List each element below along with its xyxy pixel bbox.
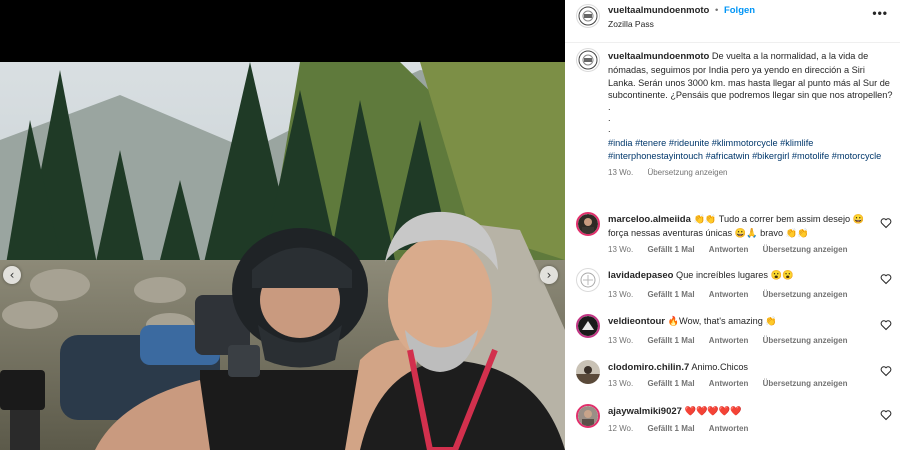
comment-item: ajaywalmiki9027 ❤️❤️❤️❤️❤️ 12 Wo. Gefäll… (565, 402, 900, 446)
comment-username[interactable]: clodomiro.chilin.7 (608, 362, 689, 373)
comment-meta: 13 Wo. Gefällt 1 Mal Antworten Übersetzu… (608, 336, 860, 345)
caption-username[interactable]: vueltaalmundoenmoto (608, 51, 709, 62)
comment-reply-button[interactable]: Antworten (709, 336, 749, 345)
comment-body: veldieontour 🔥Wow, that's amazing 👏 (608, 315, 868, 329)
hashtag-link[interactable]: #klimmotorcycle (712, 138, 778, 148)
comment-meta: 12 Wo. Gefällt 1 Mal Antworten (608, 424, 760, 433)
comment-username[interactable]: marceloo.almeiida (608, 214, 691, 225)
comment-username[interactable]: lavidadepaseo (608, 270, 673, 281)
hashtag-link[interactable]: #tenere (635, 138, 666, 148)
caption-text-block: vueltaalmundoenmoto De vuelta a la norma… (608, 50, 893, 180)
comment-item: marceloo.almeiida 👏👏 Tudo a correr bem a… (565, 210, 900, 254)
commenter-avatar[interactable] (576, 360, 600, 384)
comment-username[interactable]: veldieontour (608, 316, 665, 327)
comment-time[interactable]: 13 Wo. (608, 379, 633, 388)
comment-time[interactable]: 13 Wo. (608, 336, 633, 345)
caption-dot: . (608, 113, 611, 124)
caption-avatar-logo (578, 50, 598, 70)
hashtag-link[interactable]: #india (608, 138, 633, 148)
hashtag-link[interactable]: #klimlife (780, 138, 813, 148)
more-options-button[interactable]: ••• (872, 6, 888, 20)
heart-icon[interactable] (880, 217, 892, 229)
commenter-avatar[interactable] (576, 404, 600, 428)
commenter-avatar-image (578, 214, 598, 234)
comment-translate-button[interactable]: Übersetzung anzeigen (763, 336, 848, 345)
comment-likes[interactable]: Gefällt 1 Mal (647, 290, 694, 299)
comment-body: ajaywalmiki9027 ❤️❤️❤️❤️❤️ (608, 405, 868, 419)
comment-likes[interactable]: Gefällt 1 Mal (647, 424, 694, 433)
post-side-panel: vueltaalmundoenmoto • Folgen Zozilla Pas… (565, 0, 900, 450)
comment-meta: 13 Wo. Gefällt 1 Mal Antworten Übersetzu… (608, 290, 860, 299)
hashtag-link[interactable]: #africatwin (706, 151, 750, 161)
commenter-avatar[interactable] (576, 314, 600, 338)
post-header: vueltaalmundoenmoto • Folgen Zozilla Pas… (565, 0, 900, 43)
comment-reply-button[interactable]: Antworten (709, 290, 749, 299)
caption-meta: 13 Wo. Übersetzung anzeigen (608, 167, 893, 180)
hashtag-list: #india #tenere #rideunite #klimmotorcycl… (608, 137, 893, 163)
header-separator: • (714, 5, 719, 16)
comment-reply-button[interactable]: Antworten (709, 245, 749, 254)
commenter-avatar-image (578, 316, 598, 336)
comment-likes[interactable]: Gefällt 1 Mal (647, 379, 694, 388)
heart-icon[interactable] (880, 273, 892, 285)
comment-meta: 13 Wo. Gefällt 1 Mal Antworten Übersetzu… (608, 379, 860, 388)
comment-likes[interactable]: Gefällt 1 Mal (647, 336, 694, 345)
hashtag-link[interactable]: #interphonestayintouch (608, 151, 703, 161)
comment-meta: 13 Wo. Gefällt 1 Mal Antworten Übersetzu… (608, 245, 860, 254)
comment-body: clodomiro.chilin.7 Animo.Chicos (608, 361, 868, 375)
hashtag-link[interactable]: #motorcycle (832, 151, 882, 161)
follow-button[interactable]: Folgen (724, 5, 755, 16)
comment-item: lavidadepaseo Que increíbles lugares 😮😮 … (565, 266, 900, 310)
author-avatar-logo (578, 6, 598, 26)
heart-icon[interactable] (880, 409, 892, 421)
post-photo[interactable]: ‹ › (0, 0, 565, 450)
caption-time[interactable]: 13 Wo. (608, 168, 633, 177)
caption-dot: . (608, 124, 611, 135)
comment-text: Que increíbles lugares 😮😮 (676, 270, 794, 280)
comment-reply-button[interactable]: Antworten (709, 379, 749, 388)
caption-dot: . (608, 102, 611, 113)
commenter-avatar-logo (580, 272, 596, 288)
post-location[interactable]: Zozilla Pass (608, 19, 654, 29)
hashtag-link[interactable]: #rideunite (669, 138, 709, 148)
commenter-avatar-image (578, 406, 598, 426)
photo-image (0, 0, 565, 450)
commenter-avatar-image (576, 360, 600, 384)
comment-translate-button[interactable]: Übersetzung anzeigen (763, 245, 848, 254)
comment-item: veldieontour 🔥Wow, that's amazing 👏 13 W… (565, 312, 900, 356)
comment-username[interactable]: ajaywalmiki9027 (608, 406, 682, 417)
author-avatar[interactable] (576, 4, 600, 28)
comment-time[interactable]: 12 Wo. (608, 424, 633, 433)
hashtag-link[interactable]: #bikergirl (752, 151, 789, 161)
comment-body: marceloo.almeiida 👏👏 Tudo a correr bem a… (608, 213, 868, 240)
comment-text: 🔥Wow, that's amazing 👏 (667, 316, 777, 326)
commenter-avatar[interactable] (576, 212, 600, 236)
previous-image-button[interactable]: ‹ (3, 266, 21, 284)
comment-body: lavidadepaseo Que increíbles lugares 😮😮 (608, 269, 868, 283)
hashtag-link[interactable]: #motolife (792, 151, 829, 161)
heart-icon[interactable] (880, 319, 892, 331)
comment-text: Animo.Chicos (691, 362, 749, 372)
author-username[interactable]: vueltaalmundoenmoto (608, 5, 709, 16)
heart-icon[interactable] (880, 365, 892, 377)
comment-item: clodomiro.chilin.7 Animo.Chicos 13 Wo. G… (565, 358, 900, 402)
header-title-line: vueltaalmundoenmoto • Folgen (608, 5, 755, 16)
comment-translate-button[interactable]: Übersetzung anzeigen (763, 379, 848, 388)
comment-reply-button[interactable]: Antworten (709, 424, 749, 433)
comment-likes[interactable]: Gefällt 1 Mal (647, 245, 694, 254)
caption-translate-button[interactable]: Übersetzung anzeigen (647, 168, 727, 177)
next-image-button[interactable]: › (540, 266, 558, 284)
commenter-avatar[interactable] (576, 268, 600, 292)
comment-text: ❤️❤️❤️❤️❤️ (684, 406, 742, 416)
comment-time[interactable]: 13 Wo. (608, 290, 633, 299)
comment-time[interactable]: 13 Wo. (608, 245, 633, 254)
comment-translate-button[interactable]: Übersetzung anzeigen (763, 290, 848, 299)
caption-avatar[interactable] (576, 48, 600, 72)
